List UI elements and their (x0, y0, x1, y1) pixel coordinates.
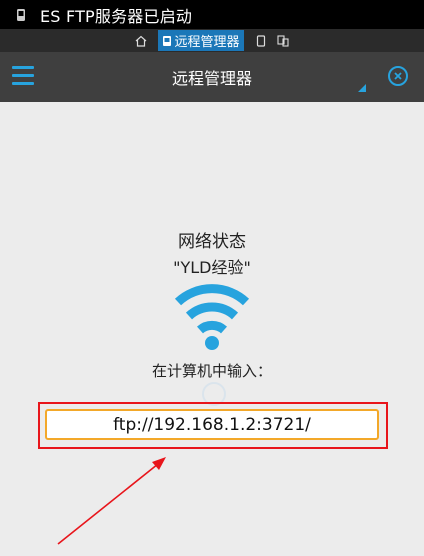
input-prompt: 在计算机中输入： (151, 362, 272, 380)
breadcrumb: 远程管理器 (0, 29, 424, 52)
device-icon[interactable] (276, 34, 290, 48)
phone-icon (14, 7, 28, 23)
status-bar: ES FTP服务器已启动 (0, 0, 424, 29)
remote-icon (163, 35, 172, 46)
main-content: 网络状态 "YLD经验" 在计算机中输入： ftp://192.168.1.2:… (0, 102, 424, 556)
network-name: "YLD经验" (173, 258, 251, 277)
ftp-url-field[interactable]: ftp://192.168.1.2:3721/ (45, 409, 379, 440)
breadcrumb-remote-manager[interactable]: 远程管理器 (158, 30, 244, 51)
dropdown-corner-icon[interactable] (358, 84, 366, 92)
status-text: ES FTP服务器已启动 (40, 6, 193, 26)
sdcard-icon[interactable] (254, 34, 268, 48)
close-circle-icon[interactable] (388, 66, 408, 86)
breadcrumb-label: 远程管理器 (174, 35, 240, 50)
ftp-url-text: ftp://192.168.1.2:3721/ (113, 414, 311, 435)
network-status-title: 网络状态 (178, 232, 246, 252)
wifi-icon (174, 284, 250, 350)
home-icon[interactable] (134, 34, 148, 48)
app-bar: 远程管理器 (0, 52, 424, 102)
